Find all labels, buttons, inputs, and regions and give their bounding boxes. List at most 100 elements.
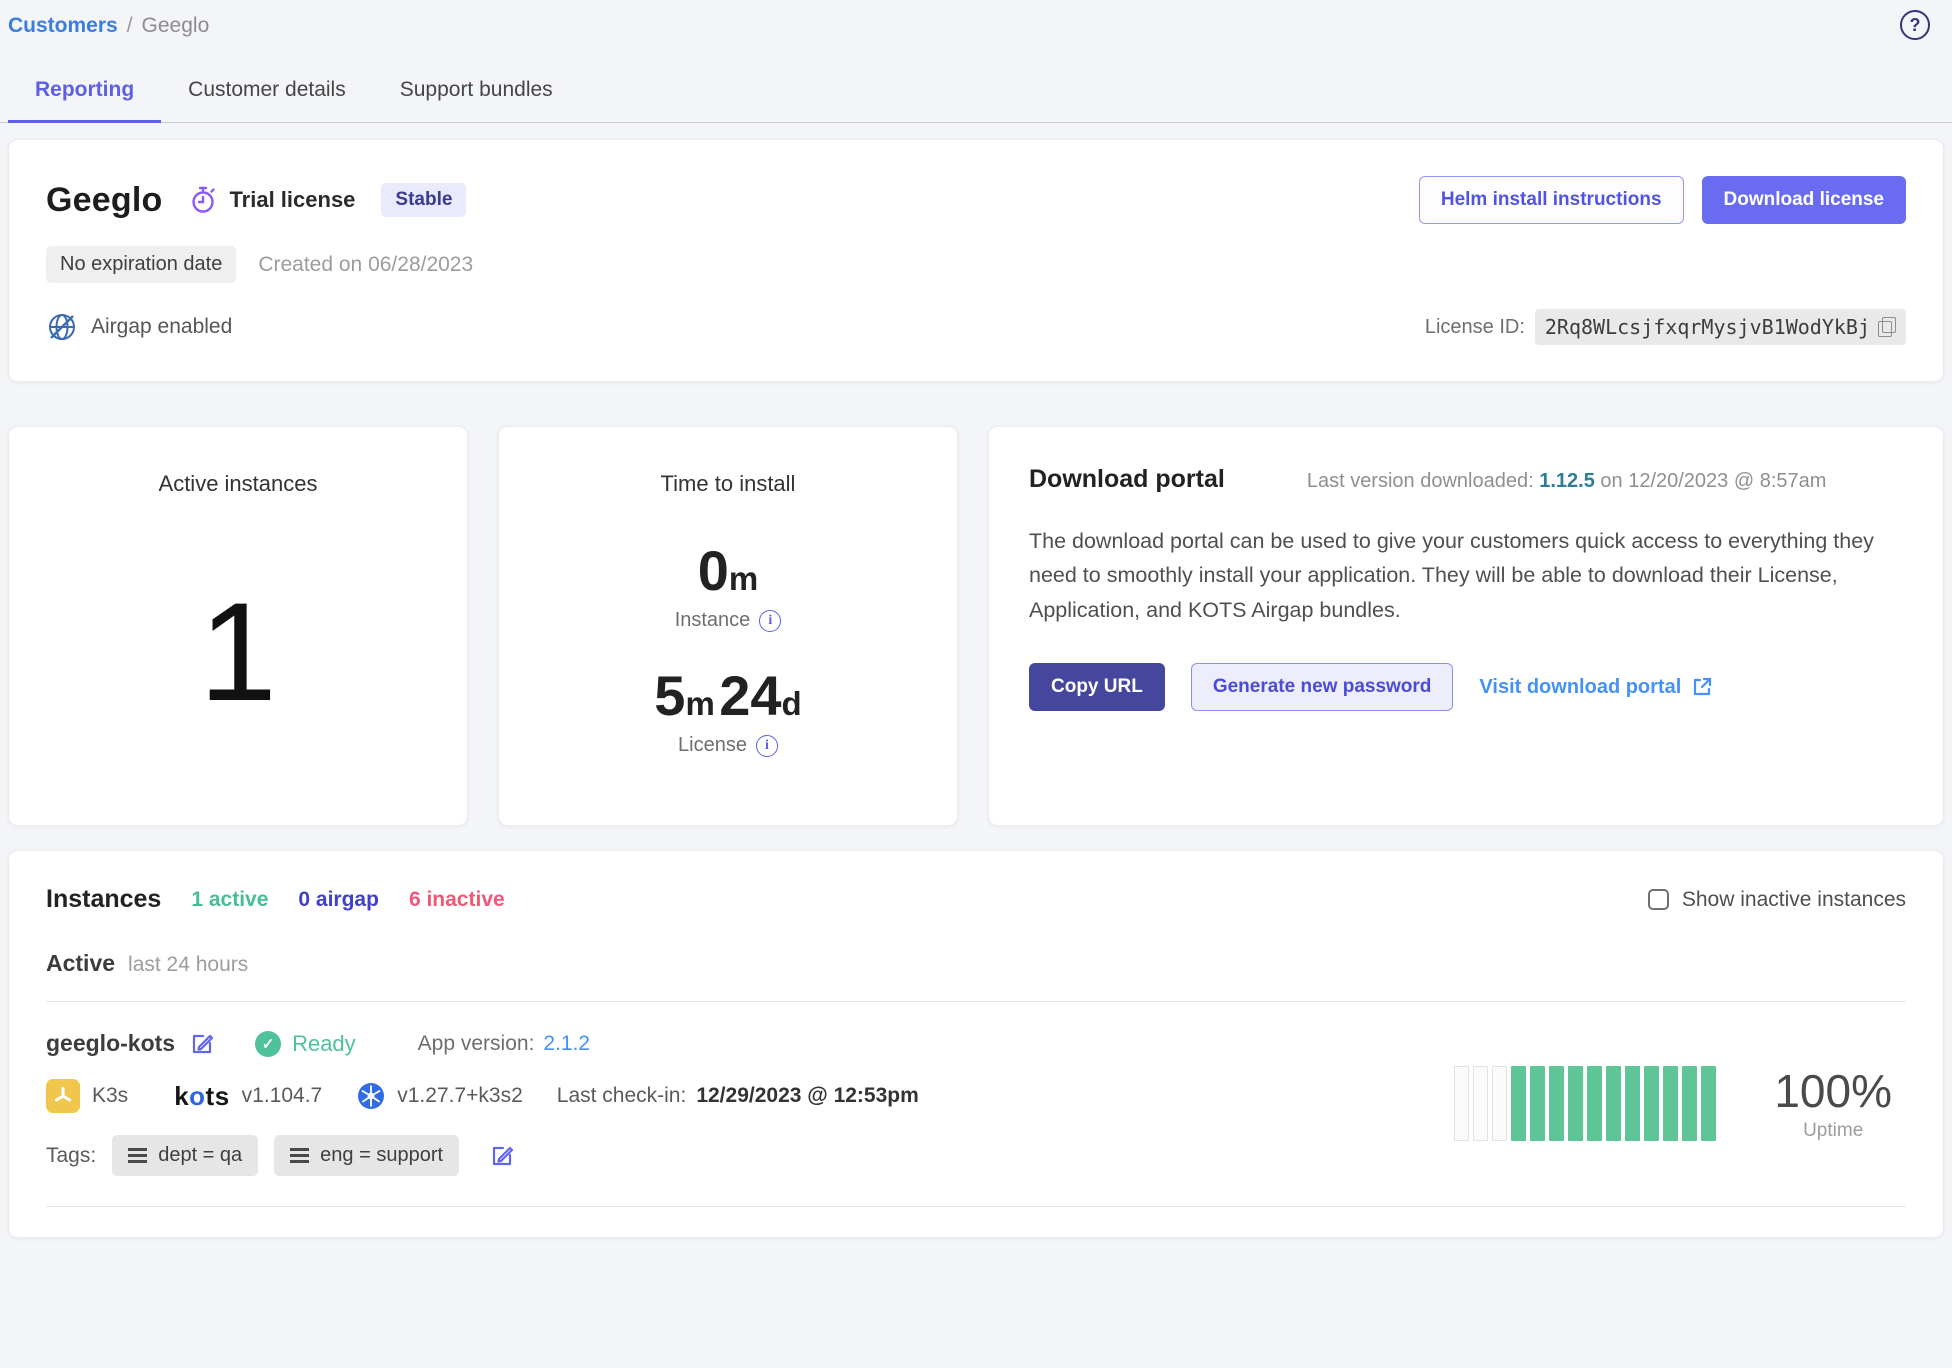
tab-customer-details[interactable]: Customer details: [161, 66, 373, 123]
instance-install-time: 0m: [698, 543, 759, 599]
license-install-label-row: License: [678, 734, 778, 757]
breadcrumb-customers-link[interactable]: Customers: [8, 14, 118, 38]
tag-pill-eng: eng = support: [274, 1135, 459, 1176]
license-install-label: License: [678, 734, 747, 757]
instances-card: Instances 1 active 0 airgap 6 inactive S…: [8, 850, 1944, 1238]
app-version-link[interactable]: 2.1.2: [543, 1032, 590, 1056]
kubernetes-version-group: v1.27.7+k3s2: [356, 1081, 523, 1111]
uptime-bar: [1549, 1066, 1564, 1141]
license-install-time-value-2: 24: [719, 664, 781, 727]
kots-logo-k: k: [174, 1081, 189, 1111]
tag-icon: [128, 1148, 147, 1163]
tab-reporting[interactable]: Reporting: [8, 66, 161, 123]
uptime-bar: [1511, 1066, 1526, 1141]
license-id-value: 2Rq8WLcsjfxqrMysjvB1WodYkBj: [1545, 315, 1870, 339]
last-checkin: Last check-in: 12/29/2023 @ 12:53pm: [557, 1084, 919, 1108]
uptime-bar: [1625, 1066, 1640, 1141]
uptime-bar: [1473, 1066, 1488, 1141]
ready-label: Ready: [292, 1031, 356, 1057]
active-section-label: Active: [46, 950, 115, 977]
uptime-bar: [1606, 1066, 1621, 1141]
airgap-globe-icon: [46, 311, 78, 343]
instance-status: Ready: [255, 1031, 356, 1057]
channel-badge: Stable: [381, 183, 466, 217]
tags-label: Tags:: [46, 1144, 96, 1168]
kots-logo-o: o: [189, 1081, 205, 1111]
tag-icon: [290, 1148, 309, 1163]
uptime-percent: 100%: [1774, 1064, 1892, 1118]
last-version-date: on 12/20/2023 @ 8:57am: [1600, 470, 1826, 492]
airgap-status: Airgap enabled: [46, 311, 232, 343]
app-version: App version: 2.1.2: [418, 1032, 590, 1056]
time-to-install-title: Time to install: [661, 471, 796, 497]
license-install-time-value-1: 5: [654, 664, 685, 727]
external-link-icon: [1691, 676, 1713, 698]
tag-pill-dept: dept = qa: [112, 1135, 258, 1176]
license-summary-card: Geeglo Trial license Stable Helm install…: [8, 139, 1944, 382]
active-count[interactable]: 1 active: [191, 888, 268, 912]
download-license-button[interactable]: Download license: [1702, 176, 1906, 224]
helm-install-instructions-button[interactable]: Helm install instructions: [1419, 176, 1684, 224]
license-type: Trial license: [188, 185, 355, 215]
generate-new-password-button[interactable]: Generate new password: [1191, 663, 1454, 711]
license-install-time-unit-1: m: [685, 685, 714, 722]
active-instances-card: Active instances 1: [8, 426, 468, 826]
airgap-label: Airgap enabled: [91, 315, 232, 339]
last-version-label: Last version downloaded:: [1307, 470, 1534, 492]
tag-text: eng = support: [320, 1144, 443, 1167]
active-section-sublabel: last 24 hours: [128, 953, 248, 977]
uptime-bar: [1454, 1066, 1469, 1141]
show-inactive-label: Show inactive instances: [1682, 888, 1906, 912]
show-inactive-toggle[interactable]: Show inactive instances: [1648, 888, 1906, 912]
help-icon[interactable]: [1900, 10, 1930, 40]
download-portal-title: Download portal: [1029, 465, 1225, 494]
visit-download-portal-link[interactable]: Visit download portal: [1479, 676, 1713, 699]
customer-name: Geeglo: [46, 181, 162, 220]
expiration-badge: No expiration date: [46, 246, 236, 283]
inactive-count[interactable]: 6 inactive: [409, 888, 505, 912]
breadcrumb: Customers / Geeglo: [0, 0, 1952, 38]
edit-instance-name-icon[interactable]: [189, 1031, 215, 1057]
kots-logo-ts: ts: [206, 1081, 230, 1111]
uptime-bar: [1492, 1066, 1507, 1141]
show-inactive-checkbox[interactable]: [1648, 889, 1669, 910]
instance-name: geeglo-kots: [46, 1030, 175, 1057]
instance-install-time-unit: m: [729, 560, 758, 597]
copy-license-id-icon[interactable]: [1878, 317, 1896, 337]
breadcrumb-separator: /: [127, 14, 133, 38]
distribution-label: K3s: [92, 1084, 128, 1108]
tag-text: dept = qa: [158, 1144, 242, 1167]
last-checkin-value: 12/29/2023 @ 12:53pm: [696, 1084, 918, 1108]
breadcrumb-current: Geeglo: [142, 14, 210, 38]
divider: [46, 1206, 1906, 1207]
active-instances-title: Active instances: [159, 471, 318, 497]
uptime-bar: [1644, 1066, 1659, 1141]
kots-version: v1.104.7: [242, 1084, 323, 1108]
last-version-downloaded: Last version downloaded: 1.12.5 on 12/20…: [1307, 470, 1827, 493]
instance-info-icon[interactable]: [759, 610, 781, 632]
time-to-install-card: Time to install 0m Instance 5m 24d Licen…: [498, 426, 958, 826]
license-info-icon[interactable]: [756, 735, 778, 757]
app-version-label: App version:: [418, 1032, 535, 1056]
kubernetes-icon: [356, 1081, 386, 1111]
license-install-time: 5m 24d: [654, 668, 801, 724]
license-install-time-unit-2: d: [782, 685, 802, 722]
tab-support-bundles[interactable]: Support bundles: [373, 66, 580, 123]
tab-bar: Reporting Customer details Support bundl…: [0, 66, 1952, 123]
copy-url-button[interactable]: Copy URL: [1029, 663, 1165, 711]
license-id-label: License ID:: [1425, 316, 1525, 339]
edit-tags-icon[interactable]: [489, 1143, 515, 1169]
trial-clock-icon: [188, 185, 218, 215]
uptime-bar-chart: [1454, 1066, 1716, 1141]
license-type-label: Trial license: [229, 187, 355, 213]
instances-title: Instances: [46, 885, 161, 914]
last-version-link[interactable]: 1.12.5: [1539, 470, 1595, 492]
k3s-icon: [46, 1079, 80, 1113]
last-checkin-label: Last check-in:: [557, 1084, 687, 1108]
download-portal-description: The download portal can be used to give …: [1029, 524, 1903, 627]
airgap-count[interactable]: 0 airgap: [298, 888, 379, 912]
active-instances-value: 1: [199, 582, 277, 722]
created-date-text: Created on 06/28/2023: [258, 253, 473, 277]
instance-install-time-value: 0: [698, 539, 729, 602]
uptime-bar: [1587, 1066, 1602, 1141]
